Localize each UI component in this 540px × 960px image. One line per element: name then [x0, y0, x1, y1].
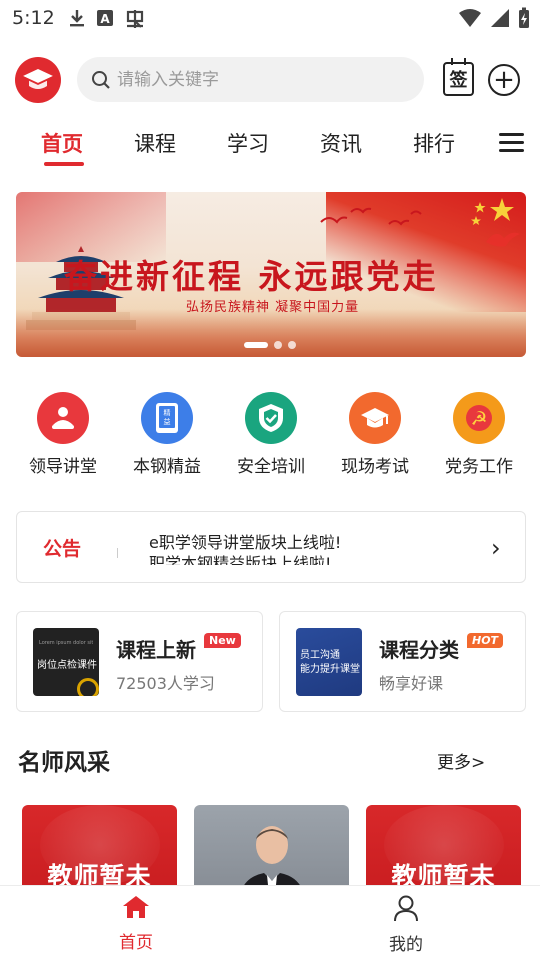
download-icon — [70, 10, 84, 27]
quick-entries: 领导讲堂 精益 本钢精益 安全培训 现场考试 ☭ 党务工作 — [0, 392, 540, 482]
thumb-caption-line1: 员工沟通 — [300, 650, 340, 661]
dove-icon — [486, 232, 520, 247]
status-bar: 5:12 A — [0, 0, 540, 40]
sign-in-label: 签 — [449, 70, 468, 91]
hot-badge: HOT — [467, 633, 504, 648]
plus-icon: + — [493, 65, 515, 95]
thumb-caption-line2: 能力提升课堂 — [300, 664, 360, 675]
new-courses-thumbnail: Lorem ipsum dolor sit amet 岗位点检课件 — [33, 628, 99, 696]
doves-icon — [320, 207, 422, 226]
lean-glyph-bottom: 益 — [164, 417, 171, 426]
nav-home[interactable]: 首页 — [86, 894, 186, 953]
card-title: 课程上新 — [116, 638, 196, 662]
sign-in-button[interactable]: 签 — [443, 58, 474, 96]
more-link[interactable]: 更多> — [437, 748, 485, 773]
tab-ranking[interactable]: 排行 — [413, 128, 455, 158]
phone-book-icon: 精益 — [141, 392, 193, 444]
thumb-caption: 岗位点检课件 — [37, 660, 97, 671]
quick-entry-label: 现场考试 — [341, 457, 409, 477]
banner-title: 奋进新征程 永远跟党走 — [64, 257, 439, 296]
tab-home[interactable]: 首页 — [41, 128, 83, 158]
quick-entry-party-affairs[interactable]: ☭ 党务工作 — [427, 392, 531, 477]
quick-entry-leader-lectures[interactable]: 领导讲堂 — [11, 392, 115, 477]
chevron-right-icon[interactable]: › — [491, 534, 501, 562]
leader-icon — [37, 392, 89, 444]
party-emblem-icon: ☭ — [453, 392, 505, 444]
card-subtitle: 72503人学习 — [116, 674, 215, 693]
tab-courses[interactable]: 课程 — [134, 128, 176, 158]
teacher-card[interactable]: 教师暂未 — [22, 805, 177, 895]
thumb-ring-decoration — [77, 678, 99, 696]
announcement-tag: 公告 — [43, 538, 82, 560]
lean-glyph-top: 精 — [164, 408, 171, 417]
party-emblem-glyph: ☭ — [470, 408, 487, 430]
new-courses-card[interactable]: Lorem ipsum dolor sit amet 岗位点检课件 课程上新 N… — [16, 611, 263, 712]
search-input[interactable] — [117, 69, 397, 90]
card-subtitle: 畅享好课 — [379, 674, 444, 693]
course-categories-card[interactable]: 员工沟通 能力提升课堂 课程分类 HOT 畅享好课 — [279, 611, 526, 712]
add-button[interactable]: + — [488, 64, 520, 96]
new-badge: New — [204, 633, 241, 648]
battery-charging-icon — [519, 7, 529, 28]
wifi-icon — [459, 9, 481, 27]
quick-entry-label: 本钢精益 — [133, 457, 201, 477]
carousel-indicator — [244, 341, 296, 349]
nav-label: 首页 — [119, 933, 153, 953]
quick-entry-safety-training[interactable]: 安全培训 — [219, 392, 323, 477]
teacher-card[interactable]: 教师暂未 — [366, 805, 521, 895]
graduation-cap-icon — [349, 392, 401, 444]
great-wall-decoration — [16, 309, 526, 357]
search-icon — [92, 70, 110, 89]
svg-text:A: A — [100, 12, 110, 26]
thumb-caption-top: Lorem ipsum dolor sit amet — [39, 640, 93, 646]
category-tabs: 首页 课程 学习 资讯 排行 — [0, 118, 540, 168]
carousel-dot-active[interactable] — [244, 342, 268, 348]
tab-study[interactable]: 学习 — [227, 128, 269, 158]
signal-icon — [491, 9, 509, 27]
app-logo — [15, 57, 61, 103]
quick-entry-label: 党务工作 — [445, 457, 513, 477]
quick-entry-label: 领导讲堂 — [29, 457, 97, 477]
menu-icon[interactable] — [499, 133, 524, 153]
quick-entry-onsite-exam[interactable]: 现场考试 — [323, 392, 427, 477]
nav-mine[interactable]: 我的 — [356, 894, 456, 955]
nav-label: 我的 — [389, 935, 423, 955]
graduation-cap-logo-icon — [23, 69, 53, 89]
user-icon — [394, 895, 418, 922]
carousel-dot[interactable] — [288, 341, 296, 349]
card-title: 课程分类 — [379, 638, 459, 662]
shield-icon — [245, 392, 297, 444]
categories-thumbnail: 员工沟通 能力提升课堂 — [296, 628, 362, 696]
search-bar[interactable] — [77, 57, 424, 102]
teacher-card[interactable] — [194, 805, 349, 895]
quick-entry-label: 安全培训 — [237, 457, 305, 477]
quick-entry-lean[interactable]: 精益 本钢精益 — [115, 392, 219, 477]
carousel-dot[interactable] — [274, 341, 282, 349]
announcement-text: e职学领导讲堂版块上线啦! — [149, 533, 342, 552]
announcement-text-next: 职学本钢精益版块上线啦! — [149, 554, 332, 573]
announcement-bar[interactable]: 公告 e职学领导讲堂版块上线啦! 职学本钢精益版块上线啦! › — [16, 511, 526, 583]
banner-carousel[interactable]: 奋进新征程 永远跟党走 弘扬民族精神 凝聚中国力量 — [16, 192, 526, 357]
bug-icon — [126, 10, 144, 28]
announcement-divider — [117, 548, 118, 558]
section-title: 名师风采 — [18, 750, 110, 776]
tab-news[interactable]: 资讯 — [320, 128, 362, 158]
active-tab-indicator — [44, 162, 84, 166]
banner-subtitle: 弘扬民族精神 凝聚中国力量 — [186, 300, 360, 315]
home-icon — [123, 896, 149, 918]
a-box-icon: A — [97, 10, 113, 26]
status-time: 5:12 — [12, 7, 55, 29]
bottom-navigation: 首页 我的 — [0, 885, 540, 960]
